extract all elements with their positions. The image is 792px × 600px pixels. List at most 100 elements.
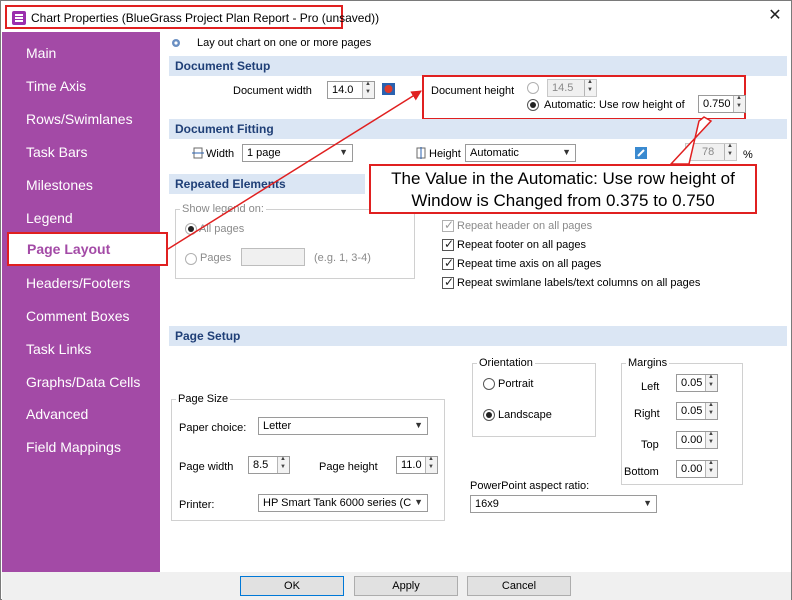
margin-left-label: Left (641, 381, 660, 393)
fitting-height-dropdown[interactable]: Automatic ▼ (465, 144, 576, 162)
paper-choice-dropdown[interactable]: Letter ▼ (258, 417, 428, 435)
cancel-button[interactable]: Cancel (467, 576, 571, 596)
margin-bottom-value: 0.00 (681, 463, 703, 475)
document-width-spinner[interactable]: 14.0 (327, 81, 375, 99)
scale-icon (635, 147, 647, 159)
paper-choice-value: Letter (263, 420, 292, 432)
margin-right-value: 0.05 (681, 405, 703, 417)
document-width-value: 14.0 (332, 84, 354, 96)
page-width-value: 8.5 (253, 459, 269, 471)
gear-icon (172, 39, 180, 47)
repeat-footer-checkbox[interactable] (442, 237, 454, 251)
measure-icon[interactable] (381, 82, 396, 96)
repeat-time-axis-checkbox[interactable] (442, 256, 454, 270)
document-fitting-header: Document Fitting (169, 119, 787, 139)
title-highlight-box: Chart Properties (BlueGrass Project Plan… (5, 5, 379, 29)
margin-right-label: Right (634, 408, 660, 420)
sidebar-item-milestones[interactable]: Milestones (26, 177, 93, 193)
margin-left-spinner[interactable]: 0.05 (676, 374, 718, 392)
fitting-width-value: 1 page (247, 147, 281, 159)
close-icon[interactable]: ✕ (765, 6, 785, 26)
repeat-time-axis-label: Repeat time axis on all pages (457, 258, 602, 270)
document-setup-header: Document Setup (169, 56, 787, 76)
chevron-down-icon: ▼ (339, 147, 348, 157)
repeat-header-checkbox[interactable] (442, 218, 454, 232)
printer-label: Printer: (179, 499, 215, 511)
page-setup-header: Page Setup (169, 326, 787, 346)
legend-all-pages-radio[interactable] (185, 223, 197, 235)
landscape-label: Landscape (498, 409, 552, 421)
document-height-spinner[interactable]: 14.5 (547, 79, 597, 97)
printer-dropdown[interactable]: HP Smart Tank 6000 series (C ▼ (258, 494, 428, 512)
repeat-header-label: Repeat header on all pages (457, 220, 593, 232)
page-height-label: Page height (319, 461, 378, 473)
chevron-down-icon: ▼ (414, 497, 423, 507)
legend-pages-label: Pages (200, 252, 232, 264)
document-width-label: Document width (233, 85, 312, 97)
legend-all-pages-label: All pages (199, 223, 245, 235)
document-height-value: 14.5 (552, 82, 574, 94)
repeat-footer-label: Repeat footer on all pages (457, 239, 587, 251)
app-icon (12, 11, 26, 25)
page-height-value: 11.0 (401, 459, 422, 471)
repeat-swimlane-labels-label: Repeat swimlane labels/text columns on a… (457, 277, 701, 289)
sidebar-item-task-bars[interactable]: Task Bars (26, 144, 87, 160)
callout-line-2: Window is Changed from 0.375 to 0.750 (411, 191, 715, 210)
portrait-radio[interactable] (483, 378, 495, 390)
paper-choice-label: Paper choice: (179, 422, 247, 434)
page-width-spinner[interactable]: 8.5 (248, 456, 290, 474)
section-title: Document Fitting (175, 122, 274, 136)
chevron-down-icon: ▼ (414, 420, 423, 430)
document-height-fixed-radio[interactable] (527, 82, 539, 94)
sidebar-item-task-links[interactable]: Task Links (26, 341, 91, 357)
sidebar-item-headers-footers[interactable]: Headers/Footers (26, 275, 130, 291)
landscape-radio[interactable] (483, 409, 495, 421)
sidebar-item-field-mappings[interactable]: Field Mappings (26, 439, 121, 455)
sidebar-item-main[interactable]: Main (26, 45, 56, 61)
sidebar-item-graphs-data-cells[interactable]: Graphs/Data Cells (26, 374, 140, 390)
margin-top-value: 0.00 (681, 434, 703, 446)
ppt-ratio-dropdown[interactable]: 16x9 ▼ (470, 495, 657, 513)
sidebar-item-rows-swimlanes[interactable]: Rows/Swimlanes (26, 111, 133, 127)
margin-left-value: 0.05 (681, 377, 703, 389)
annotation-callout: The Value in the Automatic: Use row heig… (369, 164, 757, 214)
scale-value: 78 (702, 146, 715, 158)
show-legend-label: Show legend on: (180, 203, 266, 215)
sidebar-item-comment-boxes[interactable]: Comment Boxes (26, 308, 129, 324)
chevron-down-icon: ▼ (562, 147, 571, 157)
page-subtitle: Lay out chart on one or more pages (197, 37, 372, 49)
legend-pages-input[interactable] (241, 248, 305, 266)
automatic-row-height-label: Automatic: Use row height of (544, 99, 685, 111)
sidebar-item-advanced[interactable]: Advanced (26, 406, 88, 422)
page-height-icon (416, 147, 426, 159)
margin-bottom-label: Bottom (624, 466, 659, 478)
legend-pages-radio[interactable] (185, 253, 197, 265)
scale-spinner[interactable]: 78 (685, 143, 737, 161)
legend-pages-hint: (e.g. 1, 3-4) (314, 252, 371, 264)
section-title: Repeated Elements (175, 177, 286, 191)
row-height-spinner[interactable]: 0.750 (698, 95, 746, 113)
fitting-width-dropdown[interactable]: 1 page ▼ (242, 144, 353, 162)
section-title: Page Setup (175, 329, 241, 343)
ok-button[interactable]: OK (240, 576, 344, 596)
chart-properties-dialog: Chart Properties (BlueGrass Project Plan… (0, 0, 792, 600)
fitting-height-label: Height (429, 148, 461, 160)
window-title: Chart Properties (BlueGrass Project Plan… (31, 11, 380, 25)
ppt-ratio-label: PowerPoint aspect ratio: (470, 480, 590, 492)
show-legend-group: Show legend on: (175, 203, 415, 279)
margin-bottom-spinner[interactable]: 0.00 (676, 460, 718, 478)
fitting-height-value: Automatic (470, 147, 519, 159)
sidebar-item-time-axis[interactable]: Time Axis (26, 78, 86, 94)
orientation-group: Orientation (472, 357, 596, 437)
sidebar-item-page-layout[interactable]: Page Layout (7, 232, 168, 266)
row-height-value: 0.750 (703, 98, 731, 110)
repeat-swimlane-labels-checkbox[interactable] (442, 275, 454, 289)
sidebar-item-legend[interactable]: Legend (26, 210, 73, 226)
margin-top-spinner[interactable]: 0.00 (676, 431, 718, 449)
margin-right-spinner[interactable]: 0.05 (676, 402, 718, 420)
automatic-row-height-radio[interactable] (527, 99, 539, 111)
page-height-spinner[interactable]: 11.0 (396, 456, 438, 474)
ppt-ratio-value: 16x9 (475, 498, 499, 510)
apply-button[interactable]: Apply (354, 576, 458, 596)
fitting-width-label: Width (206, 148, 235, 160)
